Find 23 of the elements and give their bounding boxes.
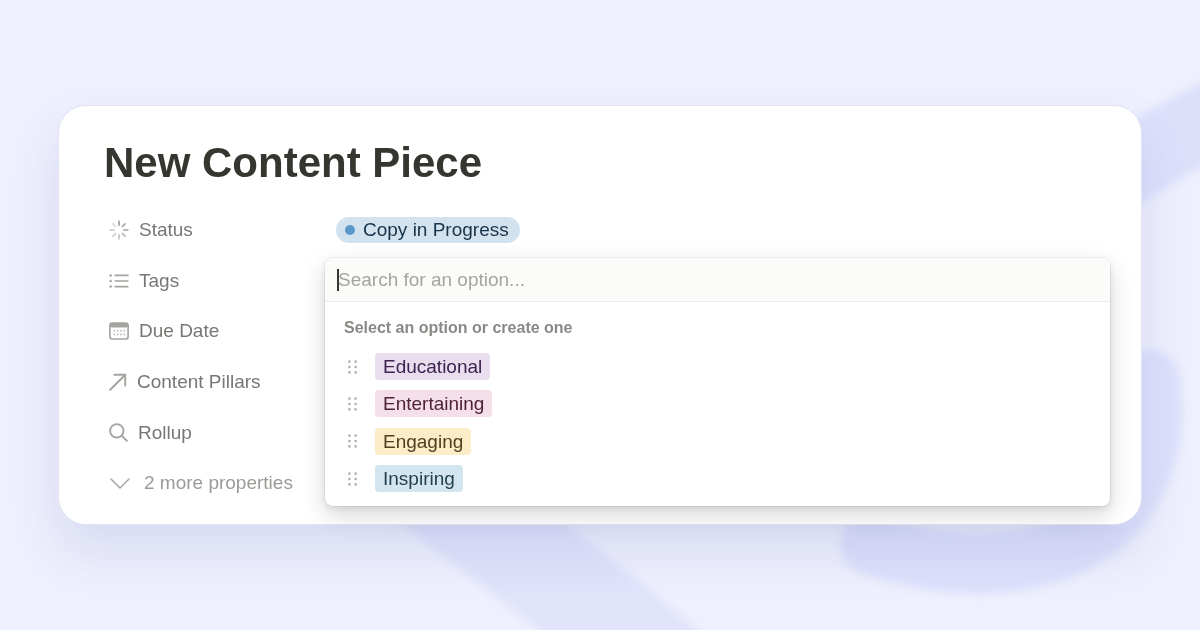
spinner-icon — [109, 220, 129, 241]
property-label: Tags — [139, 269, 180, 292]
search-icon — [109, 423, 128, 443]
option-tag[interactable]: Educational — [375, 353, 491, 381]
option-tag[interactable]: Engaging — [375, 427, 472, 455]
option-tag[interactable]: Inspiring — [375, 465, 463, 493]
property-label: Rollup — [138, 421, 192, 444]
status-tag[interactable]: Copy in Progress — [336, 217, 520, 244]
search-field[interactable]: Search for an option... — [325, 258, 1110, 302]
property-label: Due Date — [139, 320, 220, 343]
drag-handle-icon[interactable] — [348, 434, 357, 449]
page-title: New Content Piece — [104, 139, 484, 187]
list-icon — [109, 272, 129, 289]
drag-handle-icon[interactable] — [348, 396, 357, 411]
property-label: Status — [139, 219, 193, 242]
calendar-icon — [109, 322, 129, 341]
dropdown-hint: Select an option or create one — [343, 318, 574, 338]
drag-handle-icon[interactable] — [348, 471, 357, 486]
property-label: Content Pillars — [137, 371, 261, 394]
option-tag[interactable]: Entertaining — [375, 390, 493, 418]
chevron-down-icon — [110, 477, 130, 489]
drag-handle-icon[interactable] — [348, 359, 357, 374]
diagonal-arrow-icon — [109, 373, 127, 392]
